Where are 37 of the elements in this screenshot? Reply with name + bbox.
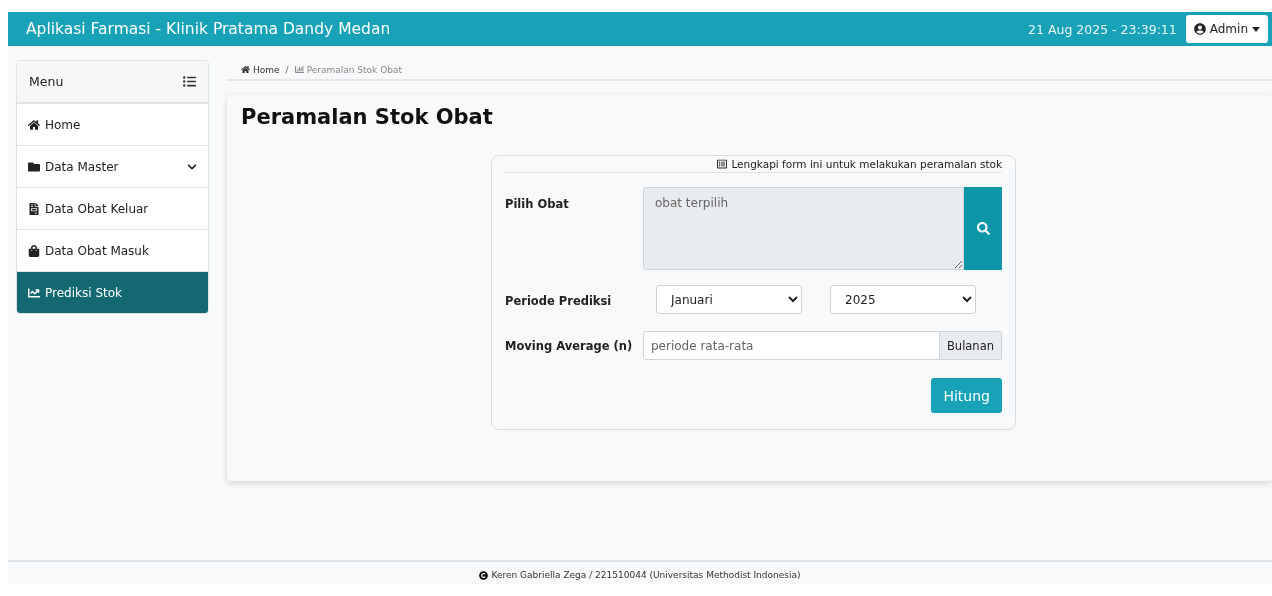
- page-title: Peramalan Stok Obat: [241, 105, 494, 129]
- sidebar-item[interactable]: Prediksi Stok: [17, 271, 208, 313]
- chevron-icon: [187, 161, 197, 172]
- list-icon: [717, 159, 728, 169]
- app-title: Aplikasi Farmasi - Klinik Pratama Dandy Medan: [26, 20, 391, 38]
- year-select[interactable]: 2025: [830, 285, 976, 314]
- sidebar-title: Menu: [29, 74, 64, 89]
- copyright-icon: [479, 570, 489, 580]
- field-label: Moving Average (n): [505, 339, 634, 353]
- search-icon: [976, 222, 990, 235]
- moving-average-field[interactable]: periode rata-rata: [643, 331, 940, 360]
- line-chart-icon: [28, 286, 40, 299]
- folder-icon: [28, 160, 40, 173]
- caret-icon: [1252, 26, 1260, 32]
- breadcrumb-separator: /: [285, 64, 289, 75]
- sidebar-item[interactable]: Data Obat Keluar: [17, 187, 208, 229]
- sidebar-item[interactable]: Data Obat Masuk: [17, 229, 208, 271]
- month-select[interactable]: Januari: [656, 285, 802, 314]
- document-icon: [28, 202, 40, 215]
- home-icon: [28, 118, 40, 131]
- field-label: Pilih Obat: [505, 197, 570, 211]
- user-icon: [1193, 23, 1206, 35]
- sidebar-item[interactable]: Data Master: [17, 145, 208, 187]
- sidebar-item[interactable]: Home: [17, 103, 208, 145]
- unit-label: Bulanan: [939, 331, 1002, 360]
- user-menu-button[interactable]: Admin: [1185, 15, 1268, 43]
- footer-text: Keren Gabriella Zega / 221510044 (Universitas Methodist Indonesia): [491, 570, 801, 580]
- date-time: 21 Aug 2025 - 23:39:11: [1028, 21, 1177, 37]
- field-label: Periode Prediksi: [505, 294, 613, 308]
- bag-icon: [28, 244, 40, 257]
- list-icon[interactable]: [183, 75, 196, 88]
- form-hint: Lengkapi form ini untuk melakukan peramalan stok: [731, 158, 1002, 170]
- bar-chart-icon: [294, 65, 304, 74]
- breadcrumb-link[interactable]: Peramalan Stok Obat: [294, 64, 402, 75]
- home-icon: [241, 65, 250, 74]
- breadcrumb-link[interactable]: Home: [241, 64, 280, 75]
- medicine-field[interactable]: obat terpilih: [643, 187, 964, 270]
